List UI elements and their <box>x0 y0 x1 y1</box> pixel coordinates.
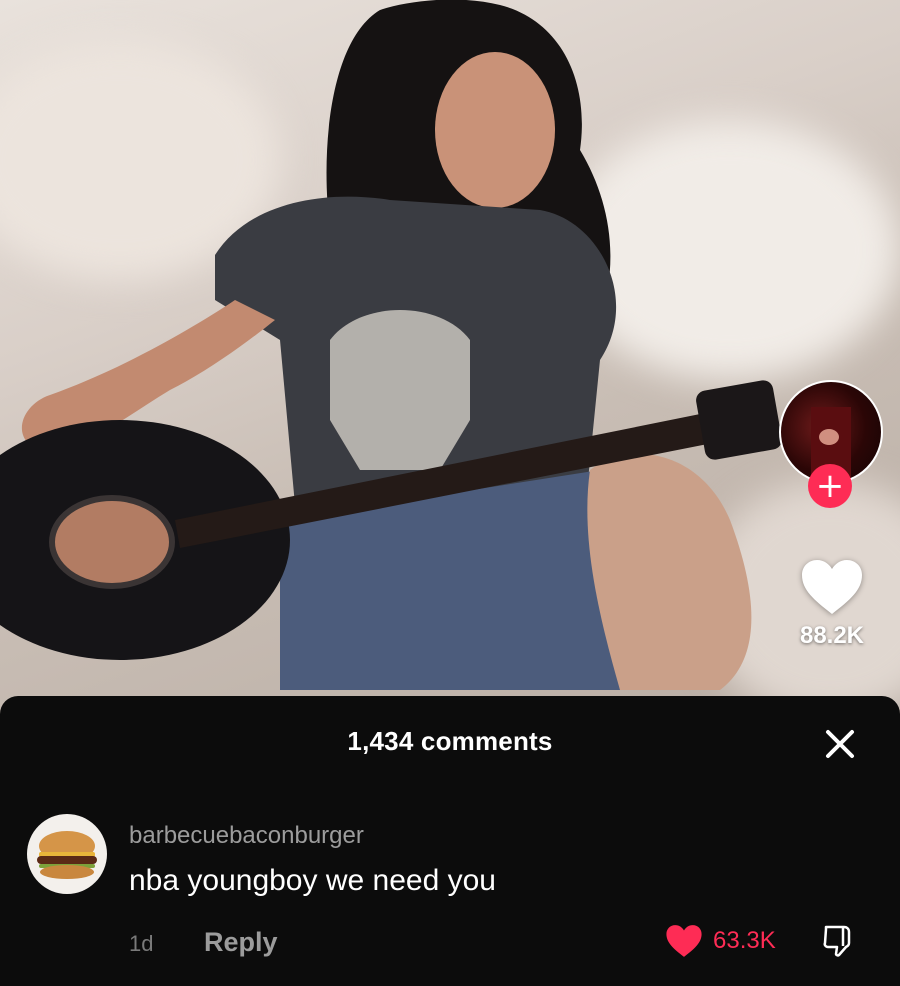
comment-text: nba youngboy we need you <box>129 864 496 897</box>
video-frame[interactable]: + 88.2K <box>0 0 900 715</box>
comments-panel: 1,434 comments barbecuebaconburger nba y… <box>0 696 900 986</box>
follow-button[interactable]: + <box>808 464 852 508</box>
heart-icon <box>802 560 862 614</box>
comment-username[interactable]: barbecuebaconburger <box>129 822 364 850</box>
creator-avatar-wrap[interactable]: + <box>779 380 883 508</box>
comment-like-count: 63.3K <box>713 927 776 954</box>
heart-icon <box>666 925 702 957</box>
comments-count-title: 1,434 comments <box>347 726 553 756</box>
comment-like-button[interactable]: 63.3K <box>665 924 776 958</box>
video-like-count: 88.2K <box>799 622 865 649</box>
comment-avatar[interactable] <box>27 814 107 894</box>
comment-timestamp: 1d <box>129 931 154 956</box>
thumbs-down-icon <box>823 925 851 957</box>
close-icon <box>826 730 854 758</box>
video-photo <box>0 0 782 690</box>
burger-avatar <box>37 831 97 879</box>
dislike-button[interactable] <box>820 922 856 961</box>
plus-icon: + <box>815 466 845 506</box>
video-like-button[interactable]: 88.2K <box>790 558 874 650</box>
reply-button[interactable]: Reply <box>204 927 278 958</box>
close-button[interactable] <box>820 724 860 764</box>
